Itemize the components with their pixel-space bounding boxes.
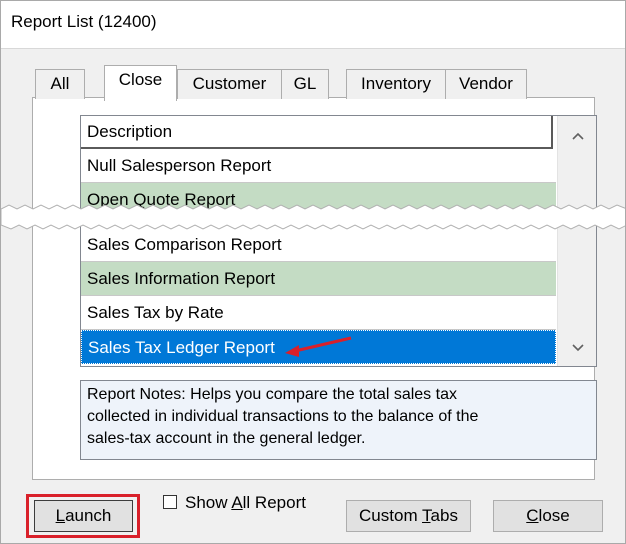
close-mnemonic: C — [526, 506, 539, 525]
title-bar: Report List (12400) — [1, 1, 625, 49]
custom-tabs-label-post: abs — [430, 506, 458, 525]
launch-button[interactable]: Launch — [34, 500, 133, 532]
list-item[interactable]: Null Salesperson Report — [81, 149, 556, 183]
column-header-description[interactable]: Description — [81, 116, 553, 149]
close-label: lose — [538, 506, 570, 525]
checkbox-label-post: ll Report — [242, 493, 306, 512]
annotation-arrow-icon — [285, 336, 352, 357]
torn-edge-divider — [1, 204, 625, 230]
custom-tabs-label-pre: Custom — [359, 506, 423, 525]
window-title: Report List (12400) — [11, 12, 157, 31]
tab-customer[interactable]: Customer — [177, 69, 282, 99]
report-list[interactable]: Description Null Salesperson Report Open… — [80, 115, 597, 367]
report-notes-line: sales-tax account in the general ledger. — [87, 430, 366, 447]
vertical-scrollbar[interactable] — [557, 116, 596, 366]
report-notes-line: collected in individual transactions to … — [87, 408, 479, 425]
close-button[interactable]: Close — [493, 500, 603, 532]
custom-tabs-button[interactable]: Custom Tabs — [346, 500, 471, 532]
report-notes: Report Notes: Helps you compare the tota… — [80, 380, 597, 460]
list-item[interactable]: Sales Tax by Rate — [81, 296, 556, 330]
tab-inventory[interactable]: Inventory — [346, 69, 446, 99]
tab-all[interactable]: All — [35, 69, 85, 99]
chevron-down-icon[interactable] — [558, 328, 596, 366]
tab-close[interactable]: Close — [104, 65, 177, 101]
chevron-up-icon[interactable] — [558, 116, 596, 154]
launch-mnemonic: L — [55, 506, 66, 525]
tab-gl[interactable]: GL — [281, 69, 329, 99]
report-notes-line: Report Notes: Helps you compare the tota… — [87, 386, 457, 403]
custom-tabs-mnemonic: T — [422, 506, 431, 525]
checkbox-label: Show All Report — [185, 492, 306, 514]
checkbox-mnemonic: A — [231, 493, 243, 512]
report-list-window: Report List (12400) All Close Customer G… — [0, 0, 626, 544]
launch-label: aunch — [65, 506, 112, 525]
list-item[interactable]: Sales Information Report — [81, 262, 556, 296]
tab-vendor[interactable]: Vendor — [445, 69, 527, 99]
checkbox-box[interactable] — [163, 495, 177, 509]
checkbox-label-pre: Show — [185, 493, 232, 512]
